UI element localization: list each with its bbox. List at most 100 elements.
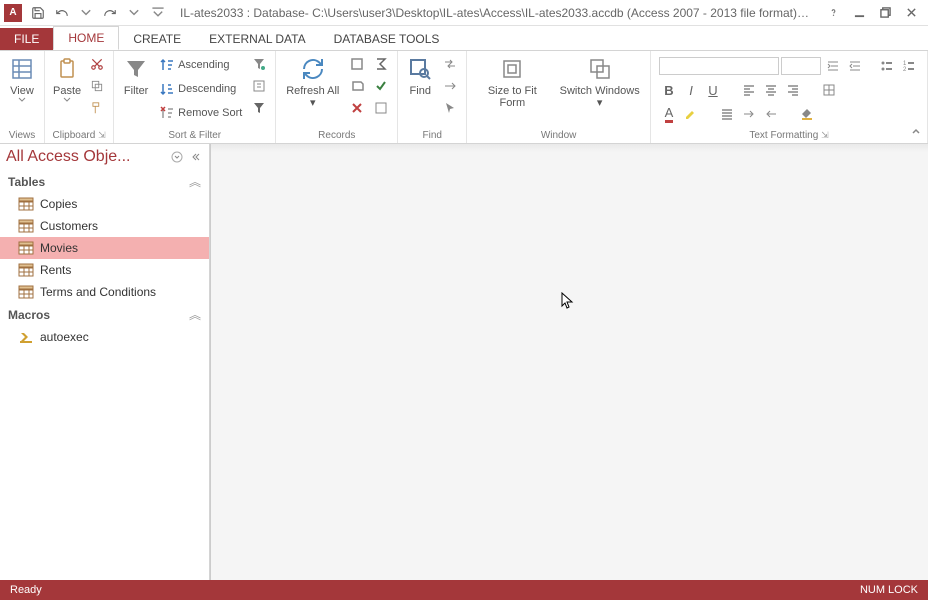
nav-dropdown-icon[interactable] [169,149,185,165]
status-ready: Ready [10,584,42,596]
group-clipboard: Paste Clipboard ⇲ [45,51,114,143]
align-center-icon[interactable] [761,80,781,100]
nav-table-item[interactable]: Customers [0,215,209,237]
size-to-fit-label: Size to Fit Form [475,85,549,109]
gridlines-icon[interactable] [819,80,839,100]
redo-dropdown-icon[interactable] [123,2,145,24]
save-icon[interactable] [27,2,49,24]
sort-desc-icon [159,81,175,97]
table-icon [18,219,34,233]
nav-collapse-icon[interactable] [187,149,203,165]
ltr-icon[interactable] [739,104,759,124]
highlight-icon[interactable] [681,104,701,124]
dialog-launcher-icon[interactable]: ⇲ [821,130,829,140]
window-title: IL-ates2033 : Database- C:\Users\user3\D… [170,6,820,20]
remove-sort-button[interactable]: Remove Sort [156,102,245,124]
italic-icon[interactable]: I [681,80,701,100]
advanced-filter-icon[interactable] [249,76,269,96]
paste-icon [53,55,81,83]
workspace [210,144,928,580]
delete-record-icon[interactable] [347,98,367,118]
bold-icon[interactable]: B [659,80,679,100]
view-button[interactable]: View [4,53,40,105]
nav-header[interactable]: All Access Obje... [0,144,209,170]
totals-icon[interactable] [371,54,391,74]
redo-icon[interactable] [99,2,121,24]
rtl-icon[interactable] [761,104,781,124]
undo-dropdown-icon[interactable] [75,2,97,24]
refresh-label: Refresh All ▾ [284,85,341,109]
title-bar: A IL-ates2033 : Database- C:\Users\user3… [0,0,928,26]
nav-table-item[interactable]: Movies [0,237,209,259]
find-button[interactable]: Find [402,53,438,99]
new-record-icon[interactable] [347,54,367,74]
tab-file[interactable]: FILE [0,28,53,50]
svg-text:2: 2 [903,67,907,73]
tab-database-tools[interactable]: DATABASE TOOLS [320,28,454,50]
nav-table-item[interactable]: Terms and Conditions [0,281,209,303]
switch-windows-icon [586,55,614,83]
nav-item-label: Customers [40,219,98,233]
replace-icon[interactable] [440,54,460,74]
ascending-button[interactable]: Ascending [156,54,245,76]
restore-icon[interactable] [872,2,898,24]
fill-color-icon[interactable] [797,104,817,124]
table-icon [18,263,34,277]
nav-section-macros[interactable]: Macros ︽ [0,303,209,326]
minimize-icon[interactable] [846,2,872,24]
undo-icon[interactable] [51,2,73,24]
collapse-section-icon[interactable]: ︽ [189,306,201,323]
switch-windows-button[interactable]: Switch Windows ▾ [553,53,646,111]
dialog-launcher-icon[interactable]: ⇲ [98,130,106,140]
table-icon [18,197,34,211]
increase-indent-icon[interactable] [823,56,843,76]
view-icon [8,55,36,83]
close-icon[interactable] [898,2,924,24]
help-icon[interactable] [820,2,846,24]
numbering-icon[interactable]: 12 [899,56,919,76]
align-right-icon[interactable] [783,80,803,100]
nav-section-tables[interactable]: Tables ︽ [0,170,209,193]
cut-icon[interactable] [87,54,107,74]
format-painter-icon[interactable] [87,98,107,118]
qat-customize-icon[interactable] [147,2,169,24]
decrease-indent-icon[interactable] [845,56,865,76]
refresh-all-button[interactable]: Refresh All ▾ [280,53,345,111]
save-record-icon[interactable] [347,76,367,96]
toggle-filter-icon[interactable] [249,98,269,118]
status-bar: Ready NUM LOCK [0,580,928,600]
more-records-icon[interactable] [371,98,391,118]
collapse-section-icon[interactable]: ︽ [189,173,201,190]
bullets-icon[interactable] [877,56,897,76]
filter-button[interactable]: Filter [118,53,154,99]
tab-external-data[interactable]: EXTERNAL DATA [195,28,319,50]
paste-button[interactable]: Paste [49,53,85,105]
goto-icon[interactable] [440,76,460,96]
font-color-icon[interactable]: A [659,104,679,124]
status-numlock: NUM LOCK [860,584,918,596]
group-clipboard-label: Clipboard ⇲ [49,128,109,143]
font-name-input[interactable] [659,57,779,75]
nav-item-label: Copies [40,197,77,211]
tab-home[interactable]: HOME [53,26,119,50]
refresh-icon [299,55,327,83]
underline-icon[interactable]: U [703,80,723,100]
ribbon-tabs: FILE HOME CREATE EXTERNAL DATA DATABASE … [0,26,928,50]
tab-create[interactable]: CREATE [119,28,195,50]
select-icon[interactable] [440,98,460,118]
nav-table-item[interactable]: Copies [0,193,209,215]
find-label: Find [410,85,431,97]
nav-macro-item[interactable]: autoexec [0,326,209,348]
align-left-icon[interactable] [739,80,759,100]
selection-filter-icon[interactable] [249,54,269,74]
copy-icon[interactable] [87,76,107,96]
font-size-input[interactable] [781,57,821,75]
ribbon: View Views Paste Clipboard ⇲ Fi [0,50,928,144]
collapse-ribbon-icon[interactable] [910,126,922,141]
group-sortfilter-label: Sort & Filter [118,128,271,143]
nav-table-item[interactable]: Rents [0,259,209,281]
align-justify-icon[interactable] [717,104,737,124]
size-to-fit-button[interactable]: Size to Fit Form [471,53,553,111]
spelling-icon[interactable] [371,76,391,96]
descending-button[interactable]: Descending [156,78,245,100]
